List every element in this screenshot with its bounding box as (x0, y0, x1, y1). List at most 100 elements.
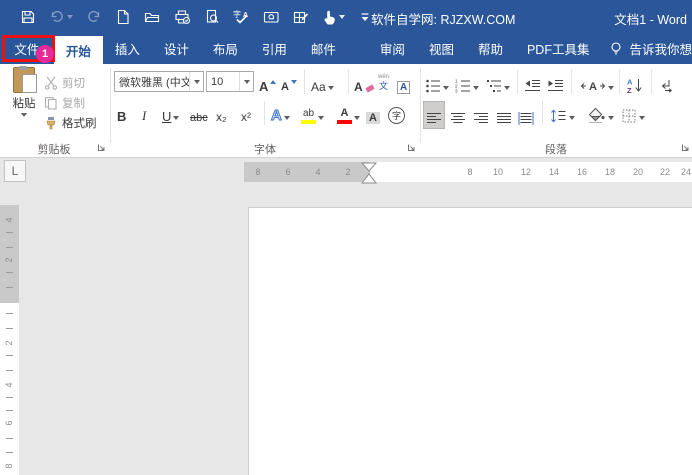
save-icon[interactable] (20, 9, 36, 25)
new-document-icon[interactable] (115, 9, 131, 25)
undo-icon[interactable] (49, 9, 73, 25)
vertical-ruler[interactable]: 4 2 2 4 6 8 (0, 186, 19, 475)
decrease-indent-button[interactable] (524, 72, 541, 94)
shrink-font-label: A (281, 80, 289, 94)
character-shading-button[interactable]: A (366, 102, 380, 124)
spelling-grammar-icon[interactable]: 字A (233, 9, 250, 25)
justify-button[interactable] (494, 102, 514, 128)
document-page[interactable] (248, 207, 692, 475)
phonetic-pinyin-label: wén (378, 74, 389, 80)
character-border-button[interactable]: A (397, 72, 410, 94)
tab-insert[interactable]: 插入 (103, 33, 152, 64)
redo-icon[interactable] (86, 9, 102, 25)
font-color-caret[interactable] (354, 116, 360, 120)
increase-indent-button[interactable] (547, 72, 564, 94)
shading-button[interactable] (587, 102, 614, 124)
tab-design[interactable]: 设计 (152, 33, 201, 64)
asian-layout-button[interactable]: A (580, 72, 614, 94)
multilevel-list-button[interactable] (486, 72, 510, 94)
paragraph-dialog-launcher[interactable] (681, 143, 690, 152)
font-color-button[interactable]: A (337, 102, 360, 124)
tab-mailings[interactable]: 邮件 (299, 33, 348, 64)
sort-icon: AZ (626, 77, 643, 94)
align-left-button[interactable] (424, 102, 444, 128)
shading-bucket-icon (587, 107, 606, 124)
text-highlight-button[interactable]: ab (301, 102, 324, 124)
ruler-number: 22 (659, 162, 671, 182)
font-name-combobox[interactable]: 微软雅黑 (中文正文) (114, 71, 204, 92)
borders-icon (621, 108, 637, 124)
tab-view[interactable]: 视图 (417, 33, 466, 64)
undo-dropdown-caret[interactable] (67, 15, 73, 19)
align-center-button[interactable] (448, 102, 468, 128)
sort-button[interactable]: AZ (626, 72, 643, 94)
change-case-button[interactable]: Aa (311, 72, 334, 94)
line-spacing-caret[interactable] (569, 116, 575, 120)
text-effects-button[interactable]: A (271, 102, 290, 124)
tab-references[interactable]: 引用 (250, 33, 299, 64)
underline-button[interactable]: U (162, 102, 179, 124)
ruler-tick (6, 410, 13, 411)
shrink-font-button[interactable]: A (281, 72, 297, 94)
underline-caret[interactable] (173, 116, 179, 120)
open-icon[interactable] (144, 9, 161, 25)
tab-pdf-tools[interactable]: PDF工具集 (515, 33, 602, 64)
format-painter-button[interactable]: 格式刷 (44, 114, 97, 132)
distributed-button[interactable] (516, 102, 536, 128)
phonetic-guide-button[interactable]: wén 文 (378, 70, 389, 94)
tab-review[interactable]: 审阅 (368, 33, 417, 64)
font-size-combobox[interactable]: 10 (206, 71, 254, 92)
indent-markers[interactable] (360, 162, 378, 186)
ruler-number: 8 (4, 461, 14, 471)
italic-button[interactable]: I (142, 102, 146, 124)
font-dialog-launcher[interactable] (407, 143, 416, 152)
tab-help[interactable]: 帮助 (466, 33, 515, 64)
horizontal-ruler[interactable]: 8 6 4 2 8 10 12 14 16 18 20 22 24 (0, 162, 692, 182)
numbering-caret[interactable] (473, 86, 479, 90)
borders-caret[interactable] (639, 116, 645, 120)
customize-quick-access-toolbar-icon[interactable] (358, 10, 372, 24)
paste-dropdown-caret[interactable] (21, 113, 27, 117)
ribbon-tabs: 文件 开始 插入 设计 布局 引用 邮件 审阅 视图 帮助 PDF工具集 告诉我… (0, 33, 692, 64)
touch-mode-dropdown-caret[interactable] (339, 15, 345, 19)
touch-mouse-mode-icon[interactable] (322, 9, 345, 25)
copy-button[interactable]: 复制 (44, 94, 85, 112)
separator (571, 70, 572, 94)
show-hide-marks-button[interactable] (658, 72, 674, 94)
numbering-button[interactable]: 123 (455, 72, 479, 94)
font-name-dropdown[interactable] (189, 72, 203, 91)
highlight-caret[interactable] (318, 116, 324, 120)
cut-label: 剪切 (62, 75, 85, 91)
bold-button[interactable]: B (117, 102, 126, 124)
tab-home[interactable]: 开始 (54, 36, 103, 64)
bullets-caret[interactable] (443, 86, 449, 90)
line-spacing-button[interactable] (550, 102, 575, 124)
eraser-icon (365, 82, 375, 94)
draw-table-icon[interactable] (293, 9, 309, 25)
tell-me[interactable]: 告诉我你想 (609, 33, 692, 64)
multilevel-list-caret[interactable] (504, 86, 510, 90)
superscript-button[interactable]: x² (241, 102, 251, 124)
subscript-button[interactable]: x₂ (216, 102, 227, 124)
grow-font-button[interactable]: A (259, 72, 276, 94)
quick-print-icon[interactable] (174, 9, 191, 25)
shading-caret[interactable] (608, 116, 614, 120)
borders-button[interactable] (621, 102, 645, 124)
font-size-dropdown[interactable] (239, 72, 253, 91)
bullets-button[interactable] (425, 72, 449, 94)
attach-file-icon[interactable] (263, 9, 280, 25)
italic-label: I (142, 108, 146, 124)
tab-layout[interactable]: 布局 (201, 33, 250, 64)
clipboard-dialog-launcher[interactable] (97, 143, 106, 152)
print-preview-icon[interactable] (204, 9, 220, 25)
cut-button[interactable]: 剪切 (44, 74, 85, 92)
ribbon: 粘贴 剪切 复制 格式刷 剪贴板 微软雅黑 (中文正文) 10 A (0, 64, 692, 158)
ruler-tick (6, 370, 13, 371)
asian-layout-caret[interactable] (608, 86, 614, 90)
paste-button[interactable]: 粘贴 (6, 67, 42, 117)
clear-formatting-button[interactable]: A (354, 72, 375, 94)
strikethrough-button[interactable]: abc (190, 102, 208, 124)
enclose-characters-button[interactable]: 字 (388, 102, 405, 124)
align-right-button[interactable] (471, 102, 491, 128)
ruler-tick (6, 328, 13, 329)
